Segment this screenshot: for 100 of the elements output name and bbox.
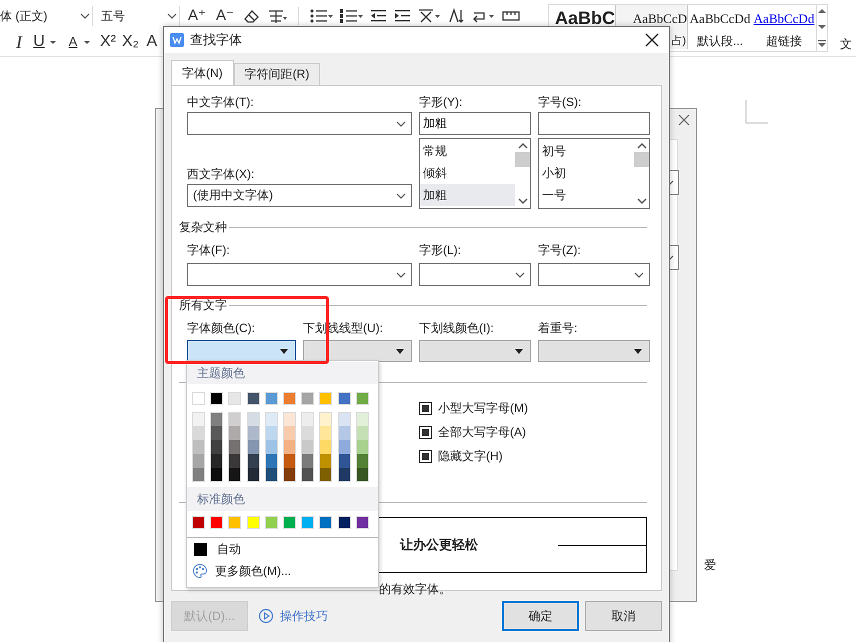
scroll-down-icon[interactable] [636, 197, 646, 205]
color-swatch[interactable] [356, 468, 369, 482]
checkbox-label[interactable]: 全部大写字母(A) [438, 424, 526, 440]
expand-icon[interactable] [818, 40, 826, 48]
input-field[interactable] [538, 112, 650, 135]
color-swatch[interactable] [356, 392, 369, 405]
color-swatch[interactable] [264, 426, 278, 440]
tips-link[interactable]: 操作技巧 [280, 608, 328, 624]
color-swatch[interactable] [264, 440, 278, 454]
list-item[interactable]: 一号 [539, 184, 634, 206]
scroll-up-icon[interactable] [518, 142, 528, 150]
color-swatch[interactable] [319, 468, 332, 482]
list-box[interactable]: 初号 小初 一号 [538, 138, 650, 209]
menu-item[interactable]: 自动 [187, 538, 378, 560]
color-swatch[interactable] [301, 516, 314, 529]
list-item[interactable]: 初号 [539, 140, 634, 162]
color-swatch[interactable] [192, 440, 205, 454]
text-direction-icon[interactable] [416, 8, 441, 24]
color-swatch[interactable] [210, 454, 224, 468]
style-sample[interactable]: AaBbC [554, 8, 615, 29]
color-swatch[interactable] [338, 440, 350, 454]
color-swatch[interactable] [246, 392, 260, 405]
style-label[interactable]: 默认段... [696, 33, 743, 50]
scroll-up-icon[interactable] [818, 8, 826, 14]
style-item[interactable]: AaBbCcDd 超链接 [752, 5, 816, 49]
list-item[interactable]: 常规 [420, 140, 515, 162]
color-swatch[interactable] [192, 468, 205, 482]
color-swatch[interactable] [210, 440, 224, 454]
color-swatch[interactable] [192, 426, 205, 440]
outdent-icon[interactable] [368, 8, 387, 24]
color-swatch[interactable] [210, 468, 224, 482]
format-button[interactable]: X₂ [120, 32, 141, 52]
format-button[interactable]: A [142, 32, 161, 52]
color-swatch[interactable] [228, 392, 242, 405]
close-icon[interactable] [645, 33, 659, 47]
font-size-button[interactable]: A⁻ [214, 6, 236, 26]
color-swatch[interactable] [246, 426, 260, 440]
color-swatch[interactable] [246, 440, 260, 454]
color-swatch[interactable] [301, 454, 314, 468]
style-sample[interactable]: AaBbCcDd [754, 11, 814, 27]
color-swatch[interactable] [356, 454, 369, 468]
format-button[interactable]: A [64, 32, 82, 52]
color-swatch[interactable] [282, 454, 296, 468]
menu-item[interactable]: 更多颜色(M)... [187, 560, 378, 582]
ok-button[interactable]: 确定 [502, 601, 579, 631]
color-swatch[interactable] [192, 454, 205, 468]
color-swatch[interactable] [264, 468, 278, 482]
color-swatch[interactable] [210, 516, 224, 529]
color-dropdown[interactable] [187, 340, 296, 362]
style-label[interactable]: 超链接 [766, 33, 802, 50]
dropdown-field[interactable] [419, 263, 531, 286]
scroll-down-icon[interactable] [518, 197, 528, 205]
format-button[interactable]: I [10, 32, 28, 52]
color-swatch[interactable] [356, 426, 369, 440]
checkbox[interactable] [419, 426, 432, 438]
color-swatch[interactable] [319, 426, 332, 440]
color-swatch[interactable] [192, 412, 205, 426]
list-item[interactable]: 加粗 [420, 184, 515, 206]
color-swatch[interactable] [319, 440, 332, 454]
color-swatch[interactable] [338, 412, 350, 426]
list-item[interactable]: 倾斜 [420, 162, 515, 184]
color-swatch[interactable] [282, 426, 296, 440]
sort-icon[interactable] [446, 8, 465, 24]
scroll-up-icon[interactable] [636, 142, 646, 150]
caret-icon[interactable] [50, 38, 56, 46]
color-swatch[interactable] [228, 412, 242, 426]
color-swatch[interactable] [246, 454, 260, 468]
list-box[interactable]: 常规 倾斜 加粗 [419, 138, 531, 209]
color-swatch[interactable] [301, 468, 314, 482]
play-circle-icon[interactable] [258, 608, 274, 624]
color-swatch[interactable] [192, 516, 205, 529]
color-swatch[interactable] [264, 412, 278, 426]
checkbox-label[interactable]: 隐藏文字(H) [438, 448, 503, 464]
font-size-button[interactable]: A⁺ [186, 6, 208, 26]
toolbar-label[interactable]: 文 [840, 36, 852, 56]
dropdown-field[interactable] [538, 263, 650, 286]
color-swatch[interactable] [356, 412, 369, 426]
color-swatch[interactable] [338, 392, 350, 405]
color-swatch[interactable] [319, 412, 332, 426]
color-swatch[interactable] [282, 516, 296, 529]
color-swatch[interactable] [228, 440, 242, 454]
checkbox-label[interactable]: 小型大写字母(M) [438, 400, 528, 416]
eraser-icon[interactable] [242, 8, 260, 24]
color-swatch[interactable] [338, 516, 350, 529]
color-swatch[interactable] [319, 392, 332, 405]
color-swatch[interactable] [246, 516, 260, 529]
color-swatch[interactable] [282, 468, 296, 482]
caret-icon[interactable] [84, 38, 90, 46]
color-swatch[interactable] [210, 392, 224, 405]
dropdown-field[interactable]: (使用中文字体) [187, 184, 412, 207]
dropdown-field[interactable] [187, 112, 412, 135]
color-swatch[interactable] [264, 454, 278, 468]
color-swatch[interactable] [228, 454, 242, 468]
dropdown-field[interactable] [187, 263, 412, 286]
color-swatch[interactable] [301, 412, 314, 426]
color-swatch[interactable] [228, 516, 242, 529]
numbered-list-icon[interactable] [338, 8, 363, 24]
tab[interactable]: 字符间距(R) [234, 63, 320, 85]
color-swatch[interactable] [356, 440, 369, 454]
color-swatch[interactable] [264, 516, 278, 529]
